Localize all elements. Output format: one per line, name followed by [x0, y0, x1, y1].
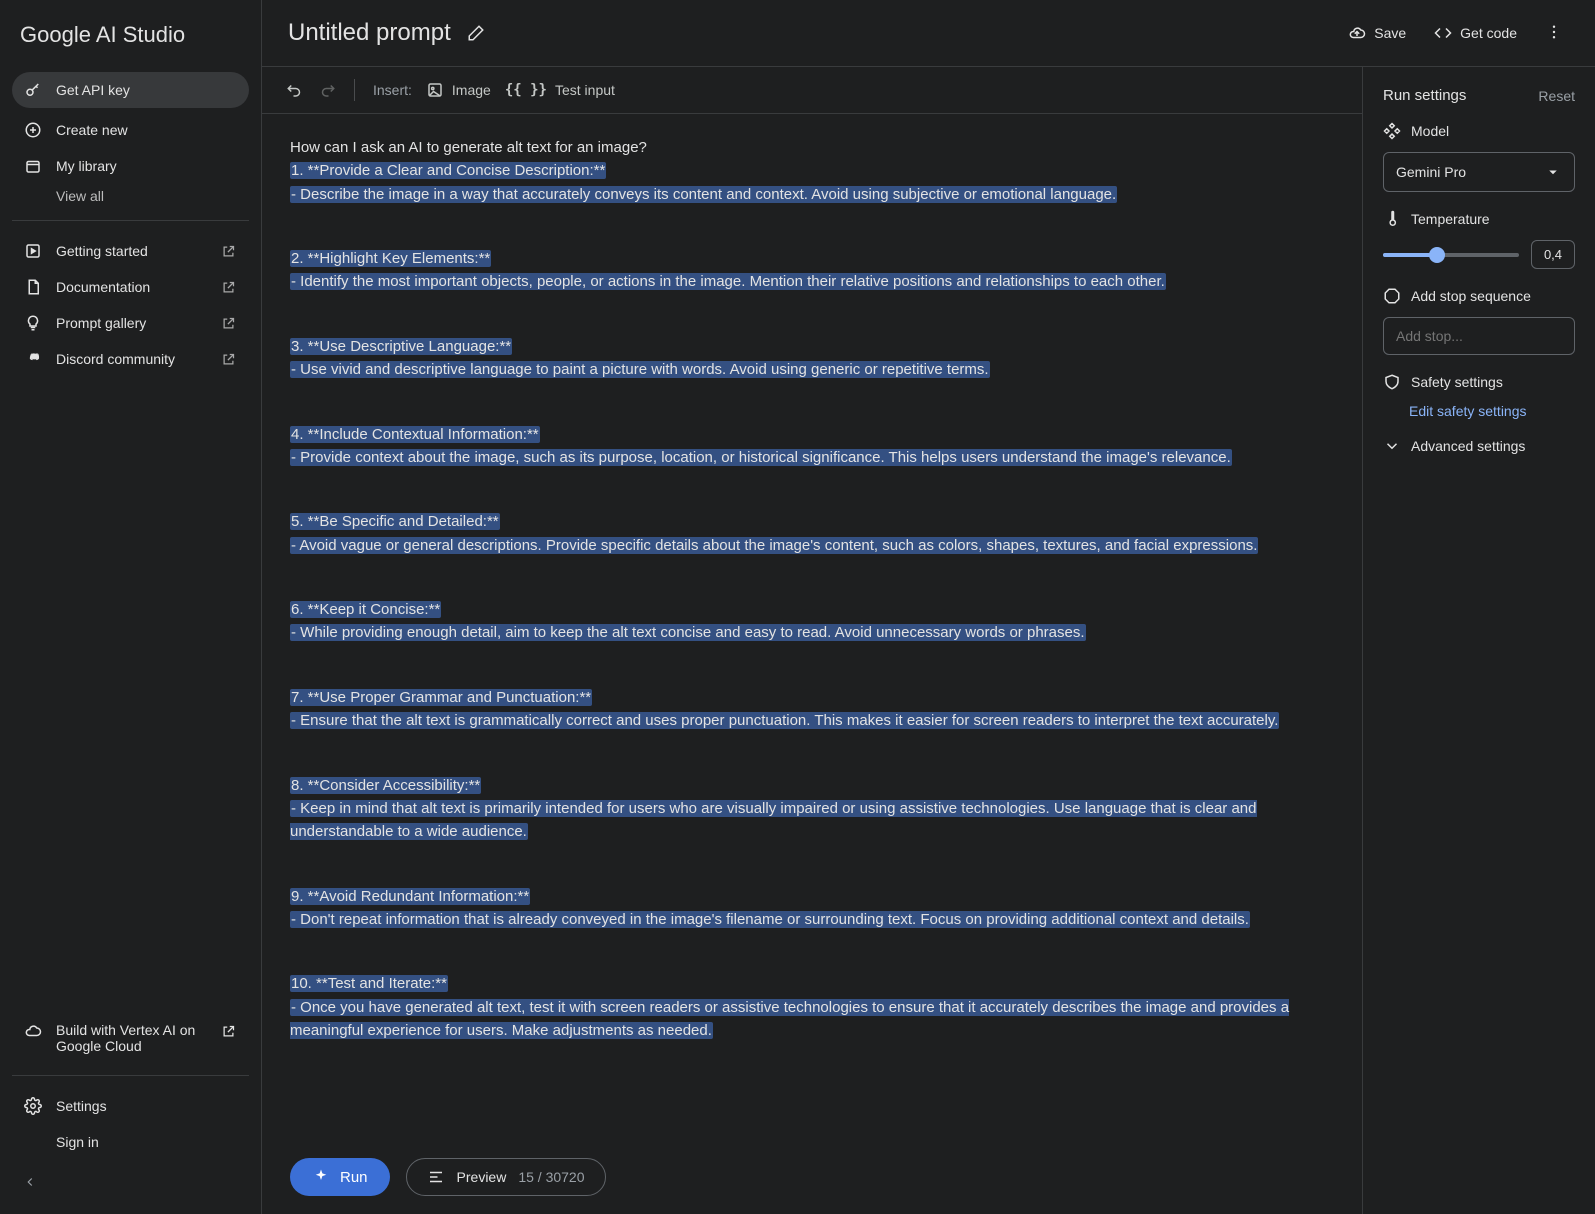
- temperature-value[interactable]: 0,4: [1531, 240, 1575, 269]
- preview-button[interactable]: Preview 15 / 30720: [406, 1158, 606, 1196]
- button-label: Image: [452, 82, 491, 98]
- temperature-slider[interactable]: [1383, 253, 1519, 257]
- image-icon: [426, 81, 444, 99]
- button-label: Get code: [1460, 25, 1517, 41]
- cloud-save-icon: [1348, 24, 1366, 42]
- my-library-button[interactable]: My library: [12, 148, 249, 184]
- nav-label: Discord community: [56, 351, 175, 367]
- prompt-editor[interactable]: How can I ask an AI to generate alt text…: [262, 114, 1362, 1140]
- collapse-sidebar-button[interactable]: [16, 1168, 44, 1196]
- nav-label: Getting started: [56, 243, 148, 259]
- cloud-icon: [24, 1022, 42, 1040]
- nav-label: Prompt gallery: [56, 315, 146, 331]
- button-label: Run: [340, 1169, 368, 1186]
- brand-logo: Google AI Studio: [12, 18, 249, 72]
- reset-button[interactable]: Reset: [1538, 88, 1575, 104]
- external-link-icon: [219, 1022, 237, 1040]
- redo-button[interactable]: [318, 81, 336, 99]
- nav-label: Settings: [56, 1098, 107, 1114]
- settings-label: Model: [1411, 123, 1449, 139]
- insert-test-input-button[interactable]: {{ }} Test input: [505, 82, 615, 98]
- discord-icon: [24, 350, 42, 368]
- toolbar: Insert: Image {{ }} Test input: [262, 67, 1362, 114]
- settings-label: Add stop sequence: [1411, 288, 1531, 304]
- sidebar: Google AI Studio Get API key Create new …: [0, 0, 262, 1214]
- plus-circle-icon: [24, 121, 42, 139]
- stop-sequence-input[interactable]: [1396, 328, 1562, 344]
- settings-label: Advanced settings: [1411, 438, 1525, 454]
- play-icon: [24, 242, 42, 260]
- nav-label: Get API key: [56, 82, 130, 98]
- edit-safety-link[interactable]: Edit safety settings: [1383, 403, 1575, 419]
- advanced-settings-toggle[interactable]: Advanced settings: [1383, 437, 1575, 455]
- settings-title: Run settings: [1383, 87, 1466, 104]
- model-icon: [1383, 122, 1401, 140]
- chevron-down-icon: [1383, 437, 1401, 455]
- nav-label: Documentation: [56, 279, 150, 295]
- button-label: Test input: [555, 82, 615, 98]
- insert-image-button[interactable]: Image: [426, 81, 491, 99]
- nav-label: Build with Vertex AI on Google Cloud: [56, 1022, 205, 1054]
- getting-started-link[interactable]: Getting started: [12, 233, 249, 269]
- shield-icon: [1383, 373, 1401, 391]
- model-select[interactable]: Gemini Pro: [1383, 152, 1575, 192]
- divider: [12, 220, 249, 221]
- document-icon: [24, 278, 42, 296]
- prompt-gallery-link[interactable]: Prompt gallery: [12, 305, 249, 341]
- button-label: Preview: [457, 1169, 507, 1185]
- vertex-ai-link[interactable]: Build with Vertex AI on Google Cloud: [12, 1013, 249, 1063]
- more-menu-button[interactable]: [1539, 17, 1569, 50]
- external-link-icon: [219, 242, 237, 260]
- library-icon: [24, 157, 42, 175]
- footer: Run Preview 15 / 30720: [262, 1140, 1362, 1214]
- edit-icon[interactable]: [467, 24, 485, 42]
- external-link-icon: [219, 314, 237, 332]
- editor-column: Insert: Image {{ }} Test input How can I…: [262, 67, 1363, 1214]
- notes-icon: [427, 1168, 445, 1186]
- nav-label: Sign in: [56, 1134, 99, 1150]
- select-value: Gemini Pro: [1396, 164, 1466, 180]
- gear-icon: [24, 1097, 42, 1115]
- external-link-icon: [219, 278, 237, 296]
- key-icon: [24, 81, 42, 99]
- token-count: 15 / 30720: [518, 1169, 584, 1185]
- thermometer-icon: [1383, 210, 1401, 228]
- create-new-button[interactable]: Create new: [12, 112, 249, 148]
- chevron-down-icon: [1544, 163, 1562, 181]
- code-icon: [1434, 24, 1452, 42]
- settings-button[interactable]: Settings: [12, 1088, 249, 1124]
- main: Untitled prompt Save Get code I: [262, 0, 1595, 1214]
- divider: [12, 1075, 249, 1076]
- documentation-link[interactable]: Documentation: [12, 269, 249, 305]
- nav-label: Create new: [56, 122, 128, 138]
- header: Untitled prompt Save Get code: [262, 0, 1595, 67]
- save-button[interactable]: Save: [1342, 16, 1412, 50]
- sparkle-icon: [312, 1168, 330, 1186]
- lightbulb-icon: [24, 314, 42, 332]
- run-settings-panel: Run settings Reset Model Gemini Pro Temp…: [1363, 67, 1595, 1214]
- stop-icon: [1383, 287, 1401, 305]
- button-label: Save: [1374, 25, 1406, 41]
- discord-link[interactable]: Discord community: [12, 341, 249, 377]
- undo-button[interactable]: [286, 81, 304, 99]
- nav-label: My library: [56, 158, 117, 174]
- settings-label: Safety settings: [1411, 374, 1503, 390]
- signin-button[interactable]: Sign in: [12, 1124, 249, 1160]
- view-all-link[interactable]: View all: [12, 188, 249, 204]
- stop-sequence-input-wrap: [1383, 317, 1575, 355]
- get-api-key-button[interactable]: Get API key: [12, 72, 249, 108]
- external-link-icon: [219, 350, 237, 368]
- insert-label: Insert:: [373, 82, 412, 98]
- get-code-button[interactable]: Get code: [1428, 16, 1523, 50]
- run-button[interactable]: Run: [290, 1158, 390, 1196]
- page-title: Untitled prompt: [288, 19, 451, 47]
- settings-label: Temperature: [1411, 211, 1490, 227]
